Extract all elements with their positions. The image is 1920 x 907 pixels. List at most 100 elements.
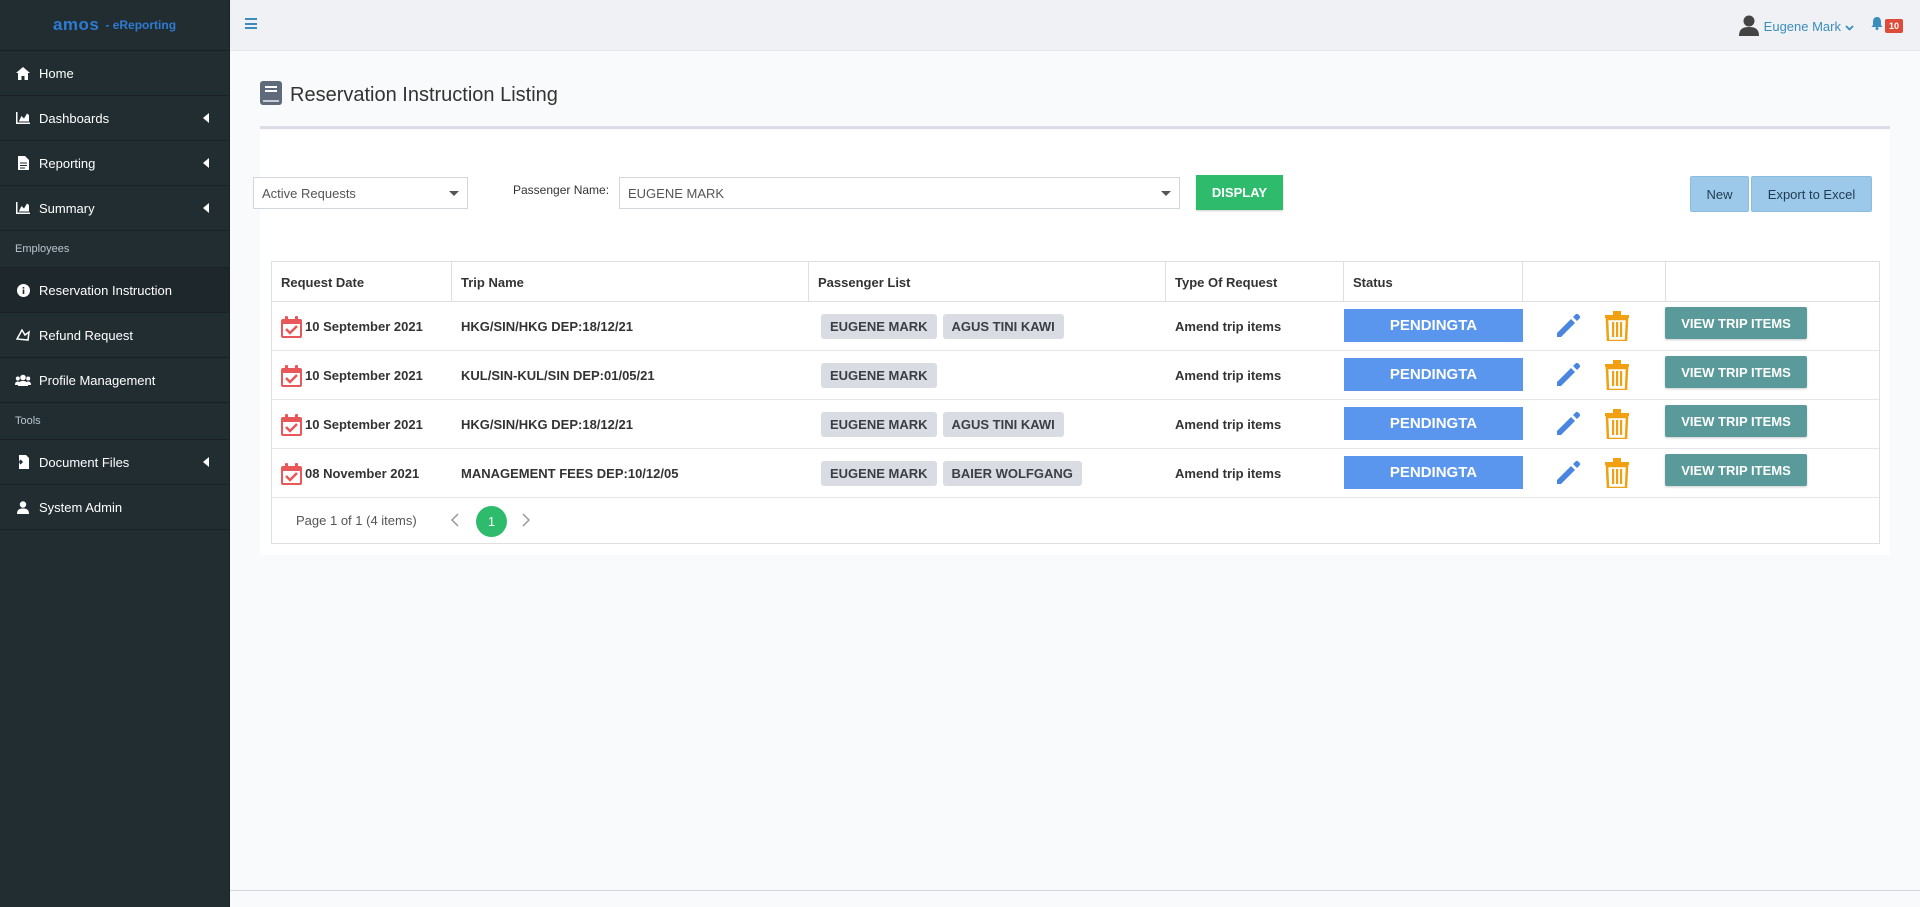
export-to-excel-button[interactable]: Export to Excel bbox=[1751, 176, 1872, 212]
chart-icon bbox=[15, 110, 31, 126]
sidebar-item-dashboards[interactable]: Dashboards bbox=[0, 96, 229, 141]
caret-down-icon bbox=[1161, 191, 1171, 196]
type-of-request-cell: Amend trip items bbox=[1175, 368, 1282, 383]
footer-divider bbox=[230, 890, 1920, 891]
chevron-left-icon bbox=[203, 158, 209, 168]
sidebar-item-refund-request[interactable]: Refund Request bbox=[0, 313, 229, 358]
table-row[interactable]: 10 September 2021 KUL/SIN-KUL/SIN DEP:01… bbox=[272, 351, 1879, 400]
sidebar-item-document-files[interactable]: Document Files bbox=[0, 440, 229, 485]
table-row[interactable]: 10 September 2021 HKG/SIN/HKG DEP:18/12/… bbox=[272, 400, 1879, 449]
edit-pencil-icon[interactable] bbox=[1554, 361, 1582, 389]
table-row[interactable]: 10 September 2021 HKG/SIN/HKG DEP:18/12/… bbox=[272, 302, 1879, 351]
edit-pencil-icon[interactable] bbox=[1554, 459, 1582, 487]
sidebar-item-reservation-instruction[interactable]: Reservation Instruction bbox=[0, 268, 229, 313]
column-header-type-of-request[interactable]: Type Of Request bbox=[1166, 262, 1344, 302]
type-of-request-cell: Amend trip items bbox=[1175, 417, 1282, 432]
edit-pencil-icon[interactable] bbox=[1554, 410, 1582, 438]
table-row[interactable]: 08 November 2021 MANAGEMENT FEES DEP:10/… bbox=[272, 449, 1879, 498]
user-avatar-icon bbox=[1738, 14, 1760, 39]
edit-pencil-icon[interactable] bbox=[1554, 312, 1582, 340]
top-navbar: Eugene Mark 10 bbox=[230, 0, 1920, 51]
passenger-tag: BAIER WOLFGANG bbox=[942, 461, 1082, 486]
status-badge: PENDINGTA bbox=[1344, 358, 1523, 391]
header-divider bbox=[260, 126, 1890, 129]
sidebar-item-label: Summary bbox=[39, 200, 95, 216]
request-filter-value: Active Requests bbox=[262, 185, 356, 201]
user-name: Eugene Mark bbox=[1763, 19, 1841, 34]
view-trip-items-button[interactable]: VIEW TRIP ITEMS bbox=[1665, 405, 1807, 437]
column-header-view bbox=[1666, 262, 1879, 302]
passenger-tag: AGUS TINI KAWI bbox=[942, 314, 1064, 339]
passenger-name-value: EUGENE MARK bbox=[628, 185, 725, 201]
column-header-status[interactable]: Status bbox=[1344, 262, 1523, 302]
refund-icon bbox=[15, 327, 31, 343]
menu-toggle-icon[interactable] bbox=[245, 18, 257, 29]
type-of-request-cell: Amend trip items bbox=[1175, 319, 1282, 334]
column-header-passenger-list[interactable]: Passenger List bbox=[809, 262, 1166, 302]
passenger-list-cell: EUGENE MARK AGUS TINI KAWI bbox=[821, 400, 1070, 449]
passenger-tag: EUGENE MARK bbox=[821, 363, 937, 388]
calendar-check-icon bbox=[281, 413, 302, 436]
request-date-cell: 08 November 2021 bbox=[281, 449, 419, 498]
section-tools: Tools bbox=[0, 403, 229, 440]
trip-name-cell: HKG/SIN/HKG DEP:18/12/21 bbox=[461, 319, 633, 334]
request-date: 10 September 2021 bbox=[305, 368, 423, 383]
delete-trash-icon[interactable] bbox=[1605, 458, 1629, 490]
view-trip-items-button[interactable]: VIEW TRIP ITEMS bbox=[1665, 454, 1807, 486]
users-icon bbox=[15, 372, 31, 388]
pagination: Page 1 of 1 (4 items) 1 bbox=[272, 498, 1879, 544]
column-header-actions bbox=[1523, 262, 1666, 302]
column-header-trip-name[interactable]: Trip Name bbox=[452, 262, 809, 302]
status-badge: PENDINGTA bbox=[1344, 309, 1523, 342]
request-date-cell: 10 September 2021 bbox=[281, 302, 423, 351]
display-button[interactable]: DISPLAY bbox=[1196, 175, 1283, 210]
view-trip-items-button[interactable]: VIEW TRIP ITEMS bbox=[1665, 307, 1807, 339]
delete-trash-icon[interactable] bbox=[1605, 360, 1629, 392]
view-trip-items-button[interactable]: VIEW TRIP ITEMS bbox=[1665, 356, 1807, 388]
bell-icon bbox=[1871, 17, 1883, 35]
passenger-list-cell: EUGENE MARK bbox=[821, 351, 943, 400]
sidebar-item-reporting[interactable]: Reporting bbox=[0, 141, 229, 186]
chart-icon bbox=[15, 200, 31, 216]
new-button[interactable]: New bbox=[1690, 176, 1749, 212]
notification-count-badge: 10 bbox=[1884, 19, 1903, 33]
page-title: Reservation Instruction Listing bbox=[290, 84, 558, 106]
user-menu[interactable]: Eugene Mark bbox=[1738, 14, 1854, 39]
sidebar-item-label: Refund Request bbox=[39, 327, 133, 343]
app-logo[interactable]: amos - eReporting bbox=[0, 0, 229, 51]
column-header-request-date[interactable]: Request Date bbox=[272, 262, 452, 302]
delete-trash-icon[interactable] bbox=[1605, 311, 1629, 343]
file-icon bbox=[15, 155, 31, 171]
request-date: 08 November 2021 bbox=[305, 466, 420, 481]
sidebar-item-profile-management[interactable]: Profile Management bbox=[0, 358, 229, 403]
sidebar-item-label: Profile Management bbox=[39, 372, 156, 388]
chevron-down-icon bbox=[1845, 19, 1854, 34]
status-badge: PENDINGTA bbox=[1344, 456, 1523, 489]
sidebar-item-summary[interactable]: Summary bbox=[0, 186, 229, 231]
passenger-list-cell: EUGENE MARK BAIER WOLFGANG bbox=[821, 449, 1088, 498]
passenger-name-select[interactable]: EUGENE MARK bbox=[619, 177, 1180, 209]
chevron-left-icon bbox=[203, 457, 209, 467]
sidebar-item-label: Reporting bbox=[39, 155, 96, 171]
chevron-left-icon[interactable] bbox=[450, 513, 460, 527]
main-content: Reservation Instruction Listing Active R… bbox=[230, 51, 1920, 907]
info-icon bbox=[15, 282, 31, 298]
page-number-button[interactable]: 1 bbox=[476, 506, 507, 537]
passenger-tag: EUGENE MARK bbox=[821, 314, 937, 339]
request-filter-select[interactable]: Active Requests bbox=[253, 177, 468, 209]
sidebar-item-system-admin[interactable]: System Admin bbox=[0, 485, 229, 530]
brand-name: amos bbox=[52, 15, 100, 34]
status-badge: PENDINGTA bbox=[1344, 407, 1523, 440]
page-header: Reservation Instruction Listing bbox=[260, 81, 558, 110]
home-icon bbox=[15, 65, 31, 81]
user-icon bbox=[15, 499, 31, 515]
book-icon bbox=[260, 81, 282, 110]
trip-name-cell: HKG/SIN/HKG DEP:18/12/21 bbox=[461, 417, 633, 432]
calendar-check-icon bbox=[281, 364, 302, 387]
chevron-right-icon[interactable] bbox=[521, 513, 531, 527]
delete-trash-icon[interactable] bbox=[1605, 409, 1629, 441]
notifications[interactable]: 10 bbox=[1871, 17, 1903, 35]
sidebar-item-label: Document Files bbox=[39, 454, 130, 470]
sidebar-item-home[interactable]: Home bbox=[0, 51, 229, 96]
chevron-left-icon bbox=[203, 113, 209, 123]
